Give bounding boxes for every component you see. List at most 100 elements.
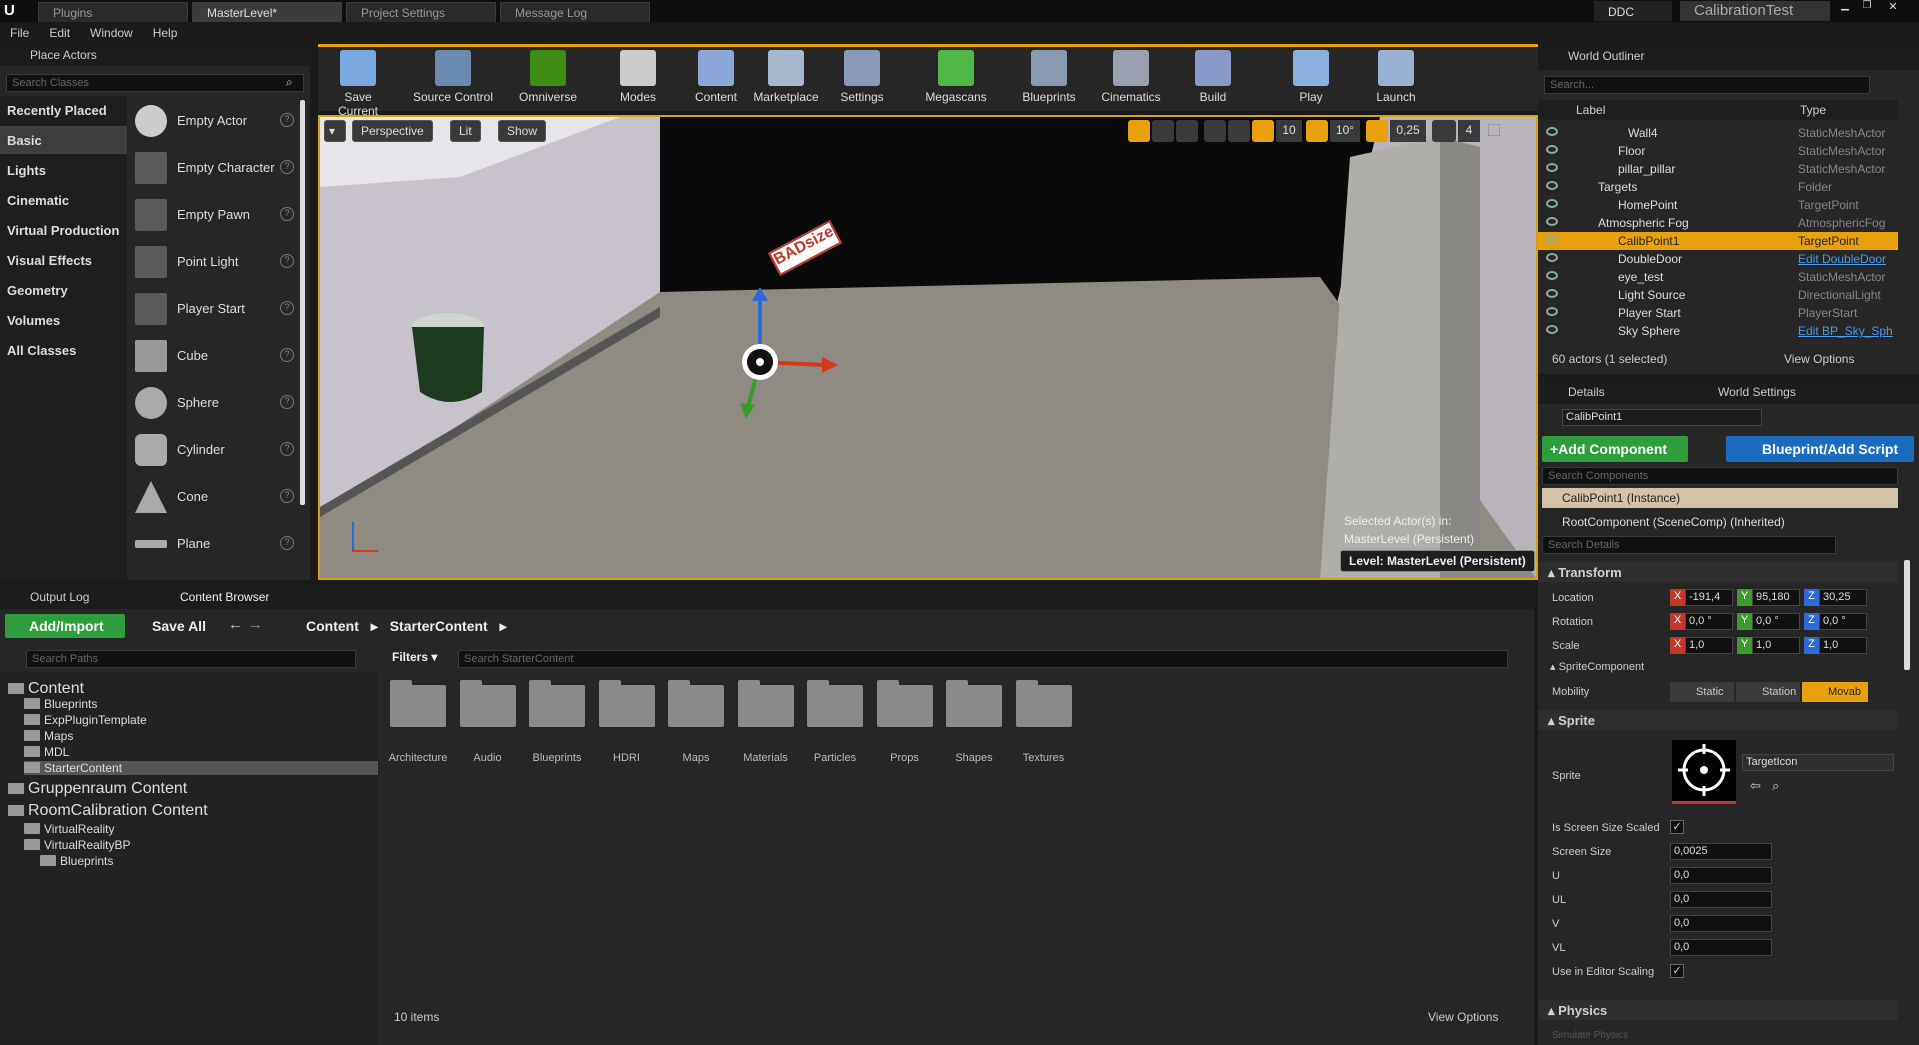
actor-point-light[interactable]: Point Light? [132, 241, 302, 285]
v-input[interactable]: 0,0 [1670, 915, 1772, 932]
outliner-row-calibpoint1[interactable]: CalibPoint1 TargetPoint [1538, 232, 1898, 250]
visibility-eye-icon[interactable] [1546, 127, 1558, 136]
actor-empty-actor[interactable]: Empty Actor? [132, 100, 302, 144]
scale-label[interactable]: Scale [1552, 640, 1580, 652]
grid-snap-value[interactable]: 10 [1276, 120, 1302, 142]
help-icon[interactable]: ? [280, 442, 294, 456]
visibility-eye-icon[interactable] [1546, 145, 1558, 154]
breadcrumb-starter-content[interactable]: StarterContent [390, 618, 488, 634]
rotate-mode-icon[interactable] [1152, 120, 1174, 142]
category-virtual-production[interactable]: Virtual Production [0, 216, 127, 244]
rotation-snap-icon[interactable] [1306, 120, 1328, 142]
toolbar-megascans-button[interactable]: Megascans [920, 48, 992, 108]
tree-item-expplugintemplate[interactable]: ExpPluginTemplate [24, 713, 147, 727]
translate-mode-icon[interactable] [1128, 120, 1150, 142]
help-icon[interactable]: ? [280, 348, 294, 362]
outliner-row-type[interactable]: Edit DoubleDoor [1798, 252, 1886, 266]
grid-snap-icon[interactable] [1252, 120, 1274, 142]
breadcrumb-content[interactable]: Content [306, 618, 359, 634]
tree-item-virtualreality[interactable]: VirtualReality [24, 822, 114, 836]
actor-sphere[interactable]: Sphere? [132, 382, 302, 426]
sprite-section-header[interactable]: ▴ Sprite [1538, 710, 1898, 730]
menu-help[interactable]: Help [143, 22, 188, 44]
rot-x-input[interactable]: 0,0 ° [1685, 613, 1733, 630]
outliner-row-homepoint[interactable]: HomePoint TargetPoint [1538, 196, 1898, 214]
search-components-input[interactable]: Search Components [1542, 467, 1898, 485]
toolbar-content-button[interactable]: Content [688, 48, 744, 108]
column-label[interactable]: Label [1576, 103, 1605, 117]
toolbar-launch-button[interactable]: Launch [1368, 48, 1424, 108]
tree-item-gruppenraum-content[interactable]: Gruppenraum Content [8, 780, 187, 798]
help-icon[interactable]: ? [280, 301, 294, 315]
outliner-row-type[interactable]: Edit BP_Sky_Sph [1798, 324, 1893, 338]
tree-item-blueprints[interactable]: Blueprints [24, 697, 97, 711]
outliner-row-light-source[interactable]: Light Source DirectionalLight [1538, 286, 1898, 304]
visibility-eye-icon[interactable] [1546, 253, 1558, 262]
camera-speed-value[interactable]: 4 [1458, 120, 1480, 142]
scl-z-input[interactable]: 1,0 [1819, 637, 1867, 654]
scl-y-input[interactable]: 1,0 [1752, 637, 1800, 654]
tab-output-log[interactable]: Output Log [30, 590, 89, 604]
maximize-button[interactable]: ❐ [1856, 0, 1878, 14]
toolbar-cinematics-button[interactable]: Cinematics [1093, 48, 1169, 108]
folder-hdri[interactable] [598, 680, 655, 727]
folder-architecture[interactable] [390, 680, 446, 727]
visibility-eye-icon[interactable] [1546, 181, 1558, 190]
tree-item-virtualrealitybp[interactable]: VirtualRealityBP [24, 838, 130, 852]
actor-cylinder[interactable]: Cylinder? [132, 429, 302, 473]
category-all-classes[interactable]: All Classes [0, 336, 127, 364]
menu-window[interactable]: Window [80, 22, 143, 44]
camera-speed-icon[interactable] [1432, 120, 1456, 142]
back-arrow-icon[interactable]: ← [228, 616, 243, 633]
outliner-row-eye-test[interactable]: eye_test StaticMeshActor [1538, 268, 1898, 286]
tab-message-log[interactable]: Message Log [500, 2, 650, 22]
outliner-row-atmospheric-fog[interactable]: Atmospheric Fog AtmosphericFog [1538, 214, 1898, 232]
add-component-button[interactable]: +Add Component [1542, 436, 1688, 462]
component-instance-row[interactable]: CalibPoint1 (Instance) [1542, 488, 1898, 508]
help-icon[interactable]: ? [280, 254, 294, 268]
column-type[interactable]: Type [1800, 103, 1826, 117]
category-cinematic[interactable]: Cinematic [0, 186, 127, 214]
category-geometry[interactable]: Geometry [0, 276, 127, 304]
scale-snap-value[interactable]: 0,25 [1390, 120, 1426, 142]
actor-empty-character[interactable]: Empty Character? [132, 147, 302, 191]
tree-item-startercontent[interactable]: StarterContent [24, 761, 378, 775]
tab-level[interactable]: MasterLevel* [192, 2, 342, 22]
search-content-input[interactable]: Search StarterContent [458, 650, 1508, 668]
help-icon[interactable]: ? [280, 160, 294, 174]
folder-blueprints[interactable] [529, 680, 585, 727]
toolbar-settings-button[interactable]: Settings [832, 48, 892, 108]
actor-cube[interactable]: Cube? [132, 335, 302, 379]
outliner-row-sky-sphere[interactable]: Sky Sphere Edit BP_Sky_Sph [1538, 322, 1898, 340]
outliner-search-input[interactable]: Search... [1544, 76, 1870, 94]
forward-arrow-icon[interactable]: → [248, 616, 263, 633]
sprite-thumbnail[interactable] [1672, 740, 1736, 804]
actor-plane[interactable]: Plane? [132, 523, 302, 567]
tree-item-content[interactable]: Content [8, 680, 84, 698]
menu-file[interactable]: File [0, 22, 39, 44]
scale-mode-icon[interactable] [1176, 120, 1198, 142]
minimize-button[interactable]: ▁ [1834, 0, 1856, 14]
tab-plugins[interactable]: Plugins [38, 2, 188, 22]
lit-button[interactable]: Lit [450, 120, 481, 142]
actor-cone[interactable]: Cone? [132, 476, 302, 520]
surface-snap-icon[interactable] [1228, 120, 1250, 142]
help-icon[interactable]: ? [280, 113, 294, 127]
search-paths-input[interactable]: Search Paths [26, 650, 356, 668]
toolbar-source-control-button[interactable]: Source Control [405, 48, 501, 108]
actor-empty-pawn[interactable]: Empty Pawn? [132, 194, 302, 238]
viewport-options-button[interactable]: ▾ [324, 120, 346, 142]
scl-x-input[interactable]: 1,0 [1685, 637, 1733, 654]
visibility-eye-icon[interactable] [1546, 217, 1558, 226]
folder-maps[interactable] [668, 680, 724, 727]
browse-asset-icon[interactable]: ⇦ [1750, 778, 1761, 794]
actor-name-field[interactable]: CalibPoint1 [1562, 409, 1762, 426]
content-view-options[interactable]: View Options [1428, 1010, 1498, 1024]
use-editor-scaling-checkbox[interactable]: ✓ [1670, 964, 1684, 978]
toolbar-blueprints-button[interactable]: Blueprints [1013, 48, 1085, 108]
visibility-eye-icon[interactable] [1546, 163, 1558, 172]
visibility-eye-icon[interactable] [1546, 307, 1558, 316]
visibility-eye-icon[interactable] [1546, 325, 1558, 334]
tree-item-mdl[interactable]: MDL [24, 745, 69, 759]
folder-materials[interactable] [737, 680, 794, 727]
